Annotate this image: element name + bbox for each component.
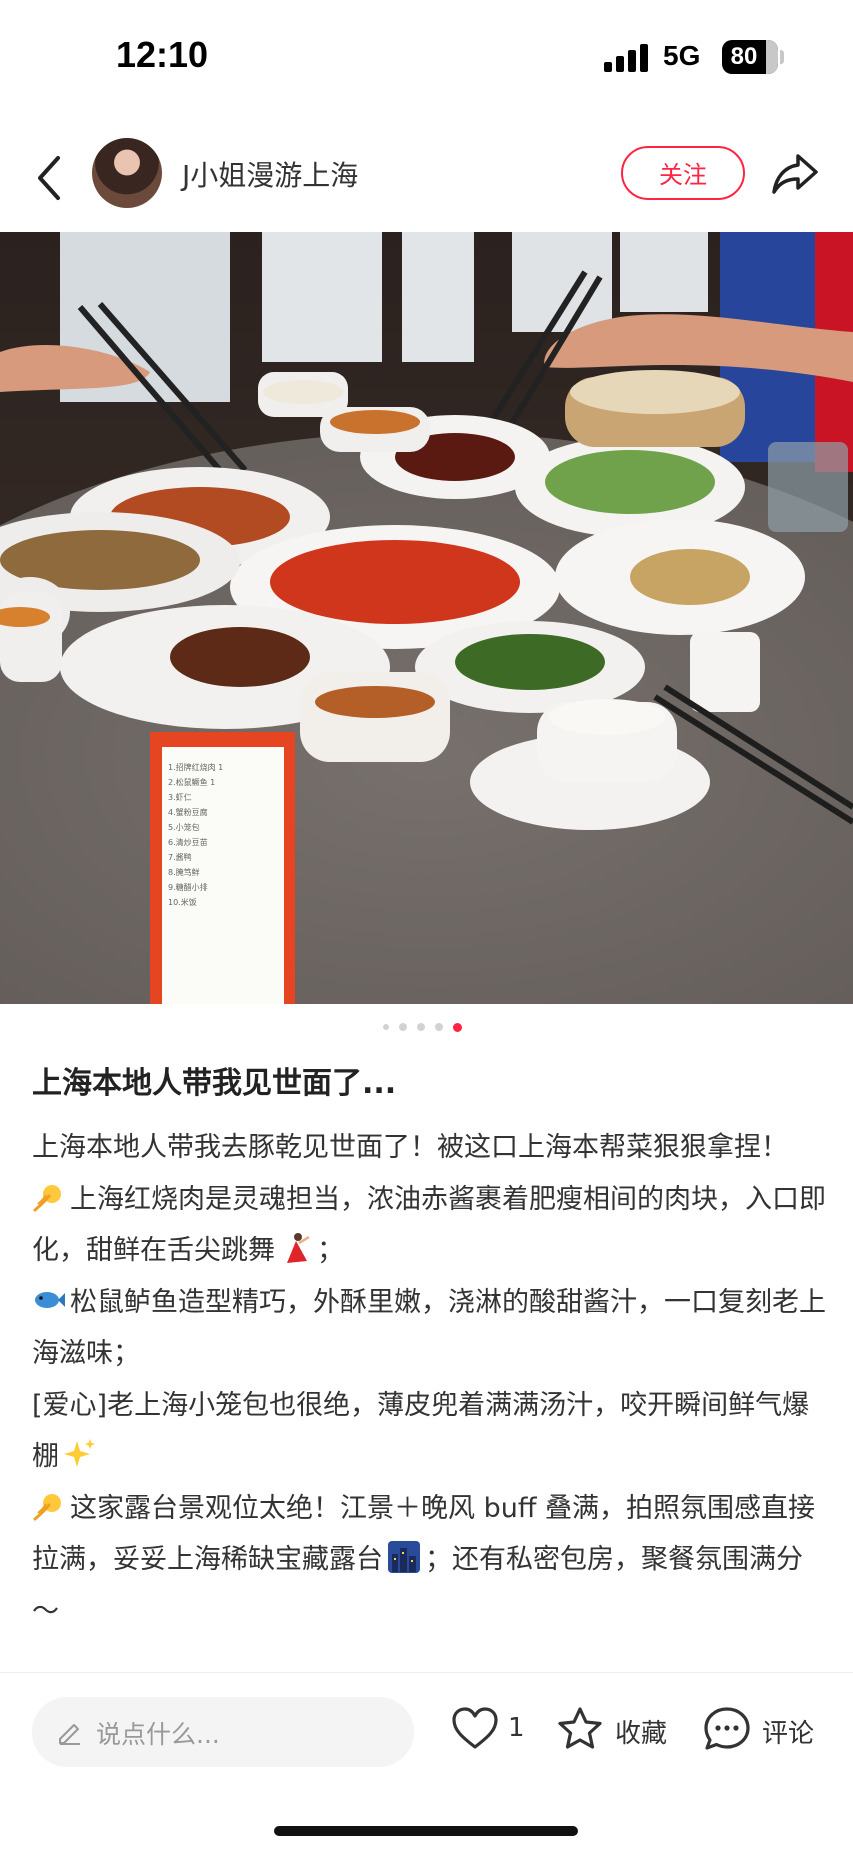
page-dot <box>435 1023 443 1031</box>
network-type: 5G <box>663 40 701 71</box>
sparkle-icon <box>33 1184 61 1211</box>
bottom-action-bar: 说点什么... 1 收藏 评论 <box>0 1672 853 1850</box>
dancer-icon <box>287 1233 310 1263</box>
author-name[interactable]: J小姐漫游上海 <box>182 154 358 194</box>
post-header: J小姐漫游上海 关注 <box>0 128 853 228</box>
comment-placeholder: 说点什么... <box>96 1720 220 1749</box>
collect-button[interactable]: 收藏 <box>555 1699 670 1759</box>
menu-line: 2.松鼠鳜鱼 1 <box>168 777 215 787</box>
status-time: 12:10 <box>116 34 209 75</box>
sparkle-icon <box>33 1493 61 1520</box>
post-paragraph: 上海本地人带我去豚乾见世面了！被这口上海本帮菜狠狠拿捏！ <box>32 1132 788 1163</box>
menu-line: 6.清炒豆苗 <box>168 837 208 847</box>
post-body: 上海本地人带我去豚乾见世面了！被这口上海本帮菜狠狠拿捏！ 上海红烧肉是灵魂担当，… <box>32 1122 827 1637</box>
collect-label: 收藏 <box>615 1719 668 1749</box>
cellular-signal-icon <box>604 44 650 72</box>
comment-bubble-icon <box>704 1707 750 1750</box>
comment-input[interactable]: 说点什么... <box>32 1697 414 1767</box>
comment-label: 评论 <box>762 1719 815 1749</box>
page-dot <box>383 1024 389 1030</box>
page-dot <box>417 1023 425 1031</box>
post-title: 上海本地人带我见世面了... <box>32 1066 397 1101</box>
post-paragraph: [爱心]老上海小笼包也很绝，薄皮兜着满满汤汁，咬开瞬间鲜气爆棚 <box>32 1389 810 1473</box>
battery-icon: 80 <box>722 40 778 74</box>
menu-line: 4.蟹粉豆腐 <box>168 807 208 817</box>
share-icon[interactable] <box>770 150 820 196</box>
comment-button[interactable]: 评论 <box>702 1699 827 1759</box>
menu-line: 5.小笼包 <box>168 822 200 832</box>
follow-button[interactable]: 关注 <box>621 146 745 200</box>
page-dot <box>399 1023 407 1031</box>
pencil-icon <box>59 1724 80 1745</box>
author-avatar[interactable] <box>92 138 162 208</box>
night-city-icon <box>388 1541 420 1573</box>
menu-line: 1.招牌红烧肉 1 <box>168 762 223 772</box>
menu-line: 3.虾仁 <box>168 792 192 802</box>
menu-line: 9.糖醋小排 <box>168 882 208 892</box>
battery-tip <box>780 50 784 64</box>
like-button[interactable]: 1 <box>450 1699 530 1759</box>
post-paragraph: 上海红烧肉是灵魂担当，浓油赤酱裹着肥瘦相间的肉块，入口即化，甜鲜在舌尖跳舞 ； <box>32 1174 827 1277</box>
fish-icon <box>35 1291 65 1308</box>
post-paragraph: 这家露台景观位太绝！江景＋晚风 buff 叠满，拍照氛围感直接拉满，妥妥上海稀缺… <box>32 1483 827 1638</box>
back-arrow-icon[interactable] <box>30 152 70 204</box>
home-indicator <box>274 1826 578 1836</box>
sparkles-icon <box>64 1439 95 1467</box>
post-paragraph: 松鼠鲈鱼造型精巧，外酥里嫩，浇淋的酸甜酱汁，一口复刻老上海滋味； <box>32 1277 827 1380</box>
page-dot-active <box>453 1023 462 1032</box>
menu-line: 10.米饭 <box>168 897 197 907</box>
status-bar: 12:10 5G 80 <box>0 0 853 120</box>
menu-line: 8.腌笃鲜 <box>168 867 200 877</box>
food-table-image: 1.招牌红烧肉 1 2.松鼠鳜鱼 1 3.虾仁 4.蟹粉豆腐 5.小笼包 6.清… <box>0 232 853 1004</box>
like-count: 1 <box>508 1713 525 1743</box>
menu-line: 7.酱鸭 <box>168 852 192 862</box>
post-photo[interactable]: 1.招牌红烧肉 1 2.松鼠鳜鱼 1 3.虾仁 4.蟹粉豆腐 5.小笼包 6.清… <box>0 232 853 1004</box>
star-icon <box>558 1707 602 1749</box>
heart-icon <box>452 1707 498 1749</box>
battery-level: 80 <box>730 43 758 70</box>
